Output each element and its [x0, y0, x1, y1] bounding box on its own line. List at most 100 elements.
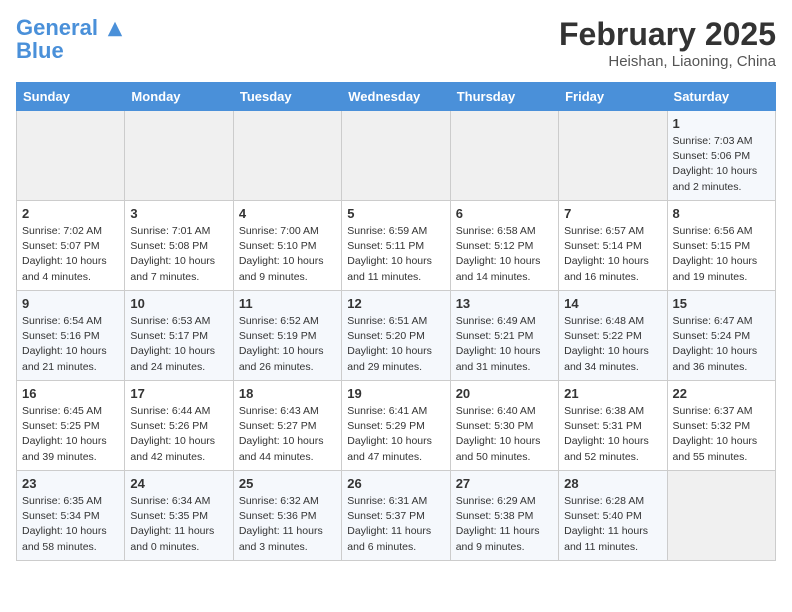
calendar-cell [17, 111, 125, 201]
calendar-table: SundayMondayTuesdayWednesdayThursdayFrid… [16, 82, 776, 561]
calendar-cell: 14 Sunrise: 6:48 AM Sunset: 5:22 PM Dayli… [559, 291, 667, 381]
day-info: Sunrise: 6:38 AM Sunset: 5:31 PM Dayligh… [564, 404, 661, 465]
page-header: General Blue February 2025 Heishan, Liao… [16, 16, 776, 70]
day-info: Sunrise: 7:02 AM Sunset: 5:07 PM Dayligh… [22, 224, 119, 285]
day-number: 22 [673, 386, 770, 401]
location: Heishan, Liaoning, China [559, 53, 776, 70]
month-year: February 2025 [559, 16, 776, 53]
calendar-cell: 8Sunrise: 6:56 AM Sunset: 5:15 PM Daylig… [667, 201, 775, 291]
day-number: 1 [673, 116, 770, 131]
day-info: Sunrise: 6:47 AM Sunset: 5:24 PM Dayligh… [673, 314, 770, 375]
day-number: 21 [564, 386, 661, 401]
calendar-week-2: 2 Sunrise: 7:02 AM Sunset: 5:07 PM Daylig… [17, 201, 776, 291]
calendar-week-5: 23Sunrise: 6:35 AM Sunset: 5:34 PM Dayli… [17, 471, 776, 561]
day-info: Sunrise: 6:32 AM Sunset: 5:36 PM Dayligh… [239, 494, 336, 555]
day-info: Sunrise: 6:35 AM Sunset: 5:34 PM Dayligh… [22, 494, 119, 555]
title-block: February 2025 Heishan, Liaoning, China [559, 16, 776, 70]
calendar-cell: 10 Sunrise: 6:53 AM Sunset: 5:17 PM Dayli… [125, 291, 233, 381]
calendar-cell: 9 Sunrise: 6:54 AM Sunset: 5:16 PM Daylig… [17, 291, 125, 381]
day-info: Sunrise: 6:49 AM Sunset: 5:21 PM Dayligh… [456, 314, 553, 375]
calendar-cell [125, 111, 233, 201]
day-number: 3 [130, 206, 227, 221]
day-number: 2 [22, 206, 119, 221]
day-number: 17 [130, 386, 227, 401]
day-number: 14 [564, 296, 661, 311]
calendar-cell: 26 Sunrise: 6:31 AM Sunset: 5:37 PM Dayli… [342, 471, 450, 561]
calendar-cell: 16Sunrise: 6:45 AM Sunset: 5:25 PM Dayli… [17, 381, 125, 471]
day-info: Sunrise: 6:52 AM Sunset: 5:19 PM Dayligh… [239, 314, 336, 375]
day-number: 27 [456, 476, 553, 491]
calendar-cell: 3 Sunrise: 7:01 AM Sunset: 5:08 PM Daylig… [125, 201, 233, 291]
day-number: 15 [673, 296, 770, 311]
calendar-cell: 23Sunrise: 6:35 AM Sunset: 5:34 PM Dayli… [17, 471, 125, 561]
calendar-cell: 6 Sunrise: 6:58 AM Sunset: 5:12 PM Daylig… [450, 201, 558, 291]
day-info: Sunrise: 6:48 AM Sunset: 5:22 PM Dayligh… [564, 314, 661, 375]
calendar-cell: 13 Sunrise: 6:49 AM Sunset: 5:21 PM Dayli… [450, 291, 558, 381]
calendar-week-1: 1 Sunrise: 7:03 AM Sunset: 5:06 PM Daylig… [17, 111, 776, 201]
day-info: Sunrise: 6:29 AM Sunset: 5:38 PM Dayligh… [456, 494, 553, 555]
day-number: 5 [347, 206, 444, 221]
day-info: Sunrise: 7:00 AM Sunset: 5:10 PM Dayligh… [239, 224, 336, 285]
weekday-friday: Friday [559, 83, 667, 111]
weekday-saturday: Saturday [667, 83, 775, 111]
day-info: Sunrise: 6:54 AM Sunset: 5:16 PM Dayligh… [22, 314, 119, 375]
day-info: Sunrise: 6:37 AM Sunset: 5:32 PM Dayligh… [673, 404, 770, 465]
logo: General Blue [16, 16, 124, 62]
day-info: Sunrise: 6:45 AM Sunset: 5:25 PM Dayligh… [22, 404, 119, 465]
weekday-header-row: SundayMondayTuesdayWednesdayThursdayFrid… [17, 83, 776, 111]
day-number: 8 [673, 206, 770, 221]
calendar-week-3: 9 Sunrise: 6:54 AM Sunset: 5:16 PM Daylig… [17, 291, 776, 381]
calendar-cell: 1 Sunrise: 7:03 AM Sunset: 5:06 PM Daylig… [667, 111, 775, 201]
day-info: Sunrise: 6:57 AM Sunset: 5:14 PM Dayligh… [564, 224, 661, 285]
day-number: 18 [239, 386, 336, 401]
day-info: Sunrise: 7:01 AM Sunset: 5:08 PM Dayligh… [130, 224, 227, 285]
calendar-cell: 22 Sunrise: 6:37 AM Sunset: 5:32 PM Dayli… [667, 381, 775, 471]
calendar-cell: 4 Sunrise: 7:00 AM Sunset: 5:10 PM Daylig… [233, 201, 341, 291]
weekday-monday: Monday [125, 83, 233, 111]
day-number: 28 [564, 476, 661, 491]
calendar-cell: 25 Sunrise: 6:32 AM Sunset: 5:36 PM Dayli… [233, 471, 341, 561]
calendar-cell: 12Sunrise: 6:51 AM Sunset: 5:20 PM Dayli… [342, 291, 450, 381]
day-number: 26 [347, 476, 444, 491]
calendar-week-4: 16Sunrise: 6:45 AM Sunset: 5:25 PM Dayli… [17, 381, 776, 471]
weekday-thursday: Thursday [450, 83, 558, 111]
logo-text: General [16, 16, 124, 40]
day-info: Sunrise: 6:40 AM Sunset: 5:30 PM Dayligh… [456, 404, 553, 465]
day-info: Sunrise: 7:03 AM Sunset: 5:06 PM Dayligh… [673, 134, 770, 195]
calendar-cell: 19Sunrise: 6:41 AM Sunset: 5:29 PM Dayli… [342, 381, 450, 471]
calendar-cell [450, 111, 558, 201]
calendar-cell [342, 111, 450, 201]
day-info: Sunrise: 6:34 AM Sunset: 5:35 PM Dayligh… [130, 494, 227, 555]
day-info: Sunrise: 6:53 AM Sunset: 5:17 PM Dayligh… [130, 314, 227, 375]
day-info: Sunrise: 6:51 AM Sunset: 5:20 PM Dayligh… [347, 314, 444, 375]
calendar-cell: 11 Sunrise: 6:52 AM Sunset: 5:19 PM Dayli… [233, 291, 341, 381]
day-number: 20 [456, 386, 553, 401]
day-number: 25 [239, 476, 336, 491]
day-info: Sunrise: 6:58 AM Sunset: 5:12 PM Dayligh… [456, 224, 553, 285]
day-info: Sunrise: 6:44 AM Sunset: 5:26 PM Dayligh… [130, 404, 227, 465]
day-number: 4 [239, 206, 336, 221]
calendar-cell: 15 Sunrise: 6:47 AM Sunset: 5:24 PM Dayli… [667, 291, 775, 381]
calendar-cell: 5Sunrise: 6:59 AM Sunset: 5:11 PM Daylig… [342, 201, 450, 291]
calendar-cell [559, 111, 667, 201]
day-number: 19 [347, 386, 444, 401]
day-info: Sunrise: 6:43 AM Sunset: 5:27 PM Dayligh… [239, 404, 336, 465]
calendar-cell: 17 Sunrise: 6:44 AM Sunset: 5:26 PM Dayli… [125, 381, 233, 471]
day-info: Sunrise: 6:31 AM Sunset: 5:37 PM Dayligh… [347, 494, 444, 555]
day-number: 6 [456, 206, 553, 221]
weekday-wednesday: Wednesday [342, 83, 450, 111]
day-number: 24 [130, 476, 227, 491]
day-number: 13 [456, 296, 553, 311]
weekday-tuesday: Tuesday [233, 83, 341, 111]
calendar-cell: 27 Sunrise: 6:29 AM Sunset: 5:38 PM Dayli… [450, 471, 558, 561]
day-number: 11 [239, 296, 336, 311]
calendar-cell: 28 Sunrise: 6:28 AM Sunset: 5:40 PM Dayli… [559, 471, 667, 561]
day-number: 10 [130, 296, 227, 311]
calendar-cell: 18 Sunrise: 6:43 AM Sunset: 5:27 PM Dayli… [233, 381, 341, 471]
day-number: 9 [22, 296, 119, 311]
logo-line2: Blue [16, 40, 124, 62]
calendar-cell: 20 Sunrise: 6:40 AM Sunset: 5:30 PM Dayli… [450, 381, 558, 471]
day-info: Sunrise: 6:28 AM Sunset: 5:40 PM Dayligh… [564, 494, 661, 555]
calendar-cell: 2 Sunrise: 7:02 AM Sunset: 5:07 PM Daylig… [17, 201, 125, 291]
calendar-cell: 7Sunrise: 6:57 AM Sunset: 5:14 PM Daylig… [559, 201, 667, 291]
